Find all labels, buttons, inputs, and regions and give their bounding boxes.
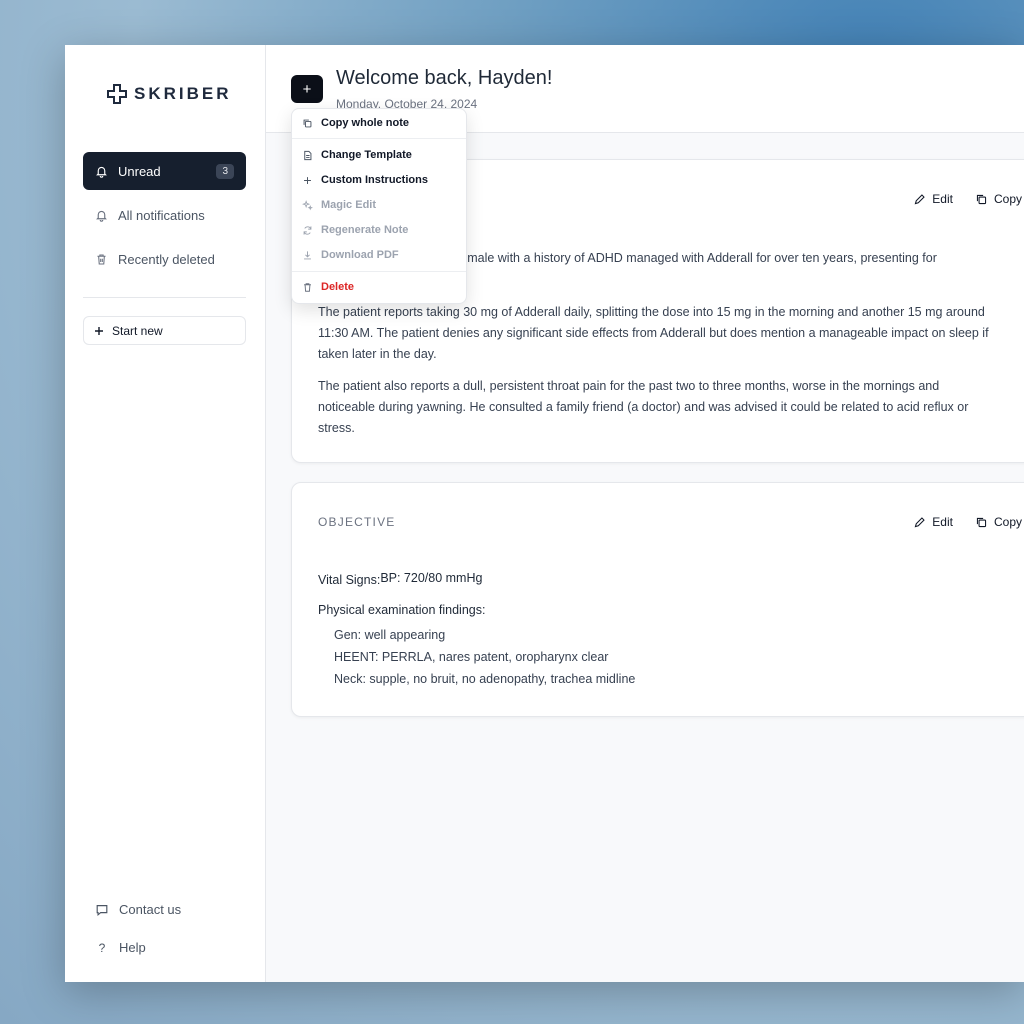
menu-item-regenerate-note[interactable]: Regenerate Note xyxy=(302,224,408,236)
menu-item-delete[interactable]: Delete xyxy=(302,281,354,293)
app-window: SKRIBER Unread 3 All notifications Recen… xyxy=(65,45,1024,982)
trash-icon xyxy=(97,254,106,264)
sparkle-icon xyxy=(302,199,313,210)
download-icon xyxy=(304,250,311,259)
finding-item: Neck: supple, no bruit, no adenopathy, t… xyxy=(334,672,636,686)
vital-signs-row: Vital Signs:BP: 720/80 mmHg xyxy=(318,571,483,587)
start-new-button[interactable]: Start new xyxy=(83,316,246,345)
finding-item: Gen: well appearing xyxy=(334,628,446,642)
note-actions-menu: Copy whole note Change Template Custom I… xyxy=(291,108,467,304)
section-title: OBJECTIVE xyxy=(318,515,396,529)
sidebar-item-label: Unread xyxy=(118,163,161,179)
chat-icon xyxy=(96,904,108,916)
copy-icon xyxy=(976,517,987,527)
page-title: Welcome back, Hayden! xyxy=(336,67,553,89)
subjective-paragraph-3: The patient also reports a dull, persist… xyxy=(318,379,969,435)
menu-item-label: Custom Instructions xyxy=(321,174,428,186)
new-note-button[interactable]: + xyxy=(291,75,323,103)
subjective-paragraph-2: The patient reports taking 30 mg of Adde… xyxy=(318,305,989,361)
finding-item: HEENT: PERRLA, nares patent, oropharynx … xyxy=(334,650,609,664)
start-new-label: Start new xyxy=(112,323,163,338)
logo[interactable]: SKRIBER xyxy=(106,83,232,105)
menu-item-change-template[interactable]: Change Template xyxy=(302,149,412,161)
question-icon: ? xyxy=(98,940,106,955)
menu-item-label: Delete xyxy=(321,281,355,293)
copy-icon xyxy=(976,194,987,204)
bell-icon xyxy=(96,210,107,222)
sidebar-item-label: Recently deleted xyxy=(118,251,215,267)
menu-separator xyxy=(292,271,466,272)
copy-button[interactable]: Copy xyxy=(975,515,1022,529)
unread-count-badge: 3 xyxy=(216,163,234,179)
refresh-icon xyxy=(303,225,312,235)
exam-label: Physical examination findings: xyxy=(318,603,486,617)
vital-signs-label: Vital Signs: xyxy=(318,573,381,587)
help-link[interactable]: ? Help xyxy=(95,940,146,955)
sidebar: SKRIBER Unread 3 All notifications Recen… xyxy=(65,45,266,982)
card-actions: Edit Copy xyxy=(913,192,1022,206)
copy-button[interactable]: Copy xyxy=(975,192,1022,206)
contact-us-label: Contact us xyxy=(119,902,182,917)
edit-label: Edit xyxy=(932,515,953,529)
menu-item-label: Regenerate Note xyxy=(321,224,409,236)
menu-item-magic-edit[interactable]: Magic Edit xyxy=(302,199,376,211)
edit-button[interactable]: Edit xyxy=(913,192,953,206)
menu-item-label: Download PDF xyxy=(321,249,399,261)
copy-icon xyxy=(303,119,312,127)
plus-icon xyxy=(304,176,311,184)
pencil-icon xyxy=(914,516,926,527)
menu-separator xyxy=(292,138,466,139)
document-icon xyxy=(304,150,312,160)
logo-text: SKRIBER xyxy=(134,84,232,103)
menu-item-copy-whole-note[interactable]: Copy whole note xyxy=(302,117,409,129)
subjective-paragraph-1: ld male with a history of ADHD managed w… xyxy=(454,251,937,265)
sidebar-divider xyxy=(83,297,246,298)
help-label: Help xyxy=(119,940,146,955)
edit-button[interactable]: Edit xyxy=(913,515,953,529)
sidebar-item-recently-deleted[interactable]: Recently deleted xyxy=(83,240,246,278)
menu-item-label: Copy whole note xyxy=(321,117,409,129)
menu-item-label: Change Template xyxy=(321,149,412,161)
logo-icon xyxy=(107,84,127,104)
sidebar-item-all-notifications[interactable]: All notifications xyxy=(83,196,246,234)
vital-signs-value: BP: 720/80 mmHg xyxy=(380,571,483,585)
sidebar-item-label: All notifications xyxy=(118,207,205,223)
pencil-icon xyxy=(914,193,926,204)
plus-icon xyxy=(95,326,103,335)
trash-icon xyxy=(304,282,311,292)
edit-label: Edit xyxy=(932,192,953,206)
menu-item-download-pdf[interactable]: Download PDF xyxy=(302,249,399,261)
copy-label: Copy xyxy=(993,192,1022,206)
contact-us-link[interactable]: Contact us xyxy=(95,902,181,917)
bell-icon xyxy=(96,166,107,178)
menu-item-label: Magic Edit xyxy=(321,199,377,211)
card-actions: Edit Copy xyxy=(913,515,1022,529)
sidebar-item-unread[interactable]: Unread 3 xyxy=(83,152,246,190)
copy-label: Copy xyxy=(993,515,1022,529)
menu-item-custom-instructions[interactable]: Custom Instructions xyxy=(302,174,428,186)
objective-card: OBJECTIVE Edit Copy Vital Signs:BP: 720/… xyxy=(291,482,1024,717)
